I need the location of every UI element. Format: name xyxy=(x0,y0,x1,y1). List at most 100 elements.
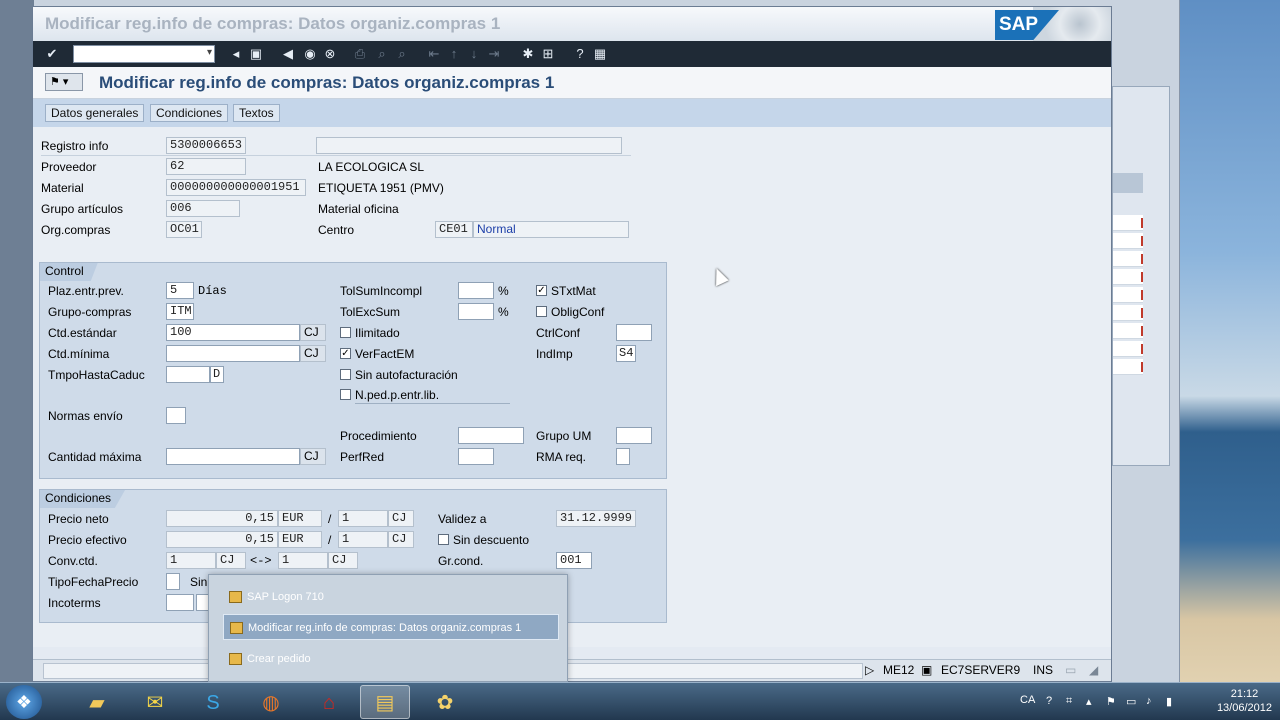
chevron-left-icon[interactable]: ◂ xyxy=(227,45,245,63)
ctrlconf-field[interactable] xyxy=(616,324,652,341)
sap-taskbar-icon[interactable]: ▤ xyxy=(360,685,410,719)
ctd-estandar-field[interactable]: 100 xyxy=(166,324,300,341)
verfactem-checkbox[interactable]: ✓ xyxy=(340,348,351,359)
tab-condiciones[interactable]: Condiciones xyxy=(150,104,229,122)
display-icon[interactable]: ▭ xyxy=(1126,695,1139,708)
chevron-down-icon[interactable]: ▾ xyxy=(207,47,212,58)
divider xyxy=(355,403,510,404)
conv-right-unit[interactable]: CJ xyxy=(328,552,358,569)
validez-field[interactable]: 31.12.9999 xyxy=(556,510,636,527)
sin-descuento-checkbox[interactable] xyxy=(438,534,449,545)
tolsumincompl-field[interactable] xyxy=(458,282,494,299)
window-titlebar[interactable]: Modificar reg.info de compras: Datos org… xyxy=(33,7,1111,41)
resize-grip-icon[interactable]: ◢ xyxy=(1089,663,1098,677)
tmpo-hasta-caduc-field[interactable] xyxy=(166,366,210,383)
control-group: Control Plaz.entr.prev. 5 Días Grupo-com… xyxy=(39,262,667,479)
explorer-folder-icon[interactable]: ▰ xyxy=(72,685,122,719)
nped-checkbox[interactable] xyxy=(340,389,351,400)
precio-efectivo-currency[interactable]: EUR xyxy=(278,531,322,548)
incoterms-field[interactable] xyxy=(166,594,194,611)
conv-left-field[interactable]: 1 xyxy=(166,552,216,569)
tolsumincompl-label: TolSumIncompl xyxy=(340,284,423,298)
status-triangle-icon[interactable]: ▷ xyxy=(865,663,874,677)
save-icon[interactable]: ▣ xyxy=(247,45,265,63)
skype-icon[interactable]: S xyxy=(188,685,238,719)
first-page-icon[interactable]: ⇤ xyxy=(425,45,443,63)
status-session-icon[interactable]: ▣ xyxy=(921,663,932,677)
exit-icon[interactable]: ◉ xyxy=(301,45,319,63)
obligconf-checkbox[interactable] xyxy=(536,306,547,317)
signal-icon[interactable]: ▮ xyxy=(1166,695,1179,708)
precio-neto-currency[interactable]: EUR xyxy=(278,510,322,527)
tipofechaprecio-field[interactable] xyxy=(166,573,180,590)
find-next-icon[interactable]: ⌕ xyxy=(393,45,411,63)
volume-icon[interactable]: ♪ xyxy=(1146,695,1159,708)
indimp-field[interactable]: S4 xyxy=(616,345,636,362)
network-icon[interactable]: ⌗ xyxy=(1066,695,1079,708)
conv-arrow: <-> xyxy=(250,554,272,568)
popup-item-crear-pedido[interactable]: Crear pedido xyxy=(223,646,559,672)
conv-left-unit[interactable]: CJ xyxy=(216,552,246,569)
stxtmat-checkbox[interactable]: ✓ xyxy=(536,285,547,296)
help-icon[interactable]: ? xyxy=(571,45,589,63)
cantidad-maxima-field[interactable] xyxy=(166,448,300,465)
perfred-field[interactable] xyxy=(458,448,494,465)
grupo-um-field[interactable] xyxy=(616,427,652,444)
mail-bird-icon[interactable]: ✉ xyxy=(130,685,180,719)
background-table-panel xyxy=(1112,86,1170,466)
acrobat-icon[interactable]: ⌂ xyxy=(304,685,354,719)
tolexcsum-field[interactable] xyxy=(458,303,494,320)
material-field[interactable]: 000000000000001951 xyxy=(166,179,306,196)
next-page-icon[interactable]: ↓ xyxy=(465,45,483,63)
help-icon[interactable]: ? xyxy=(1046,695,1059,708)
ilimitado-checkbox[interactable] xyxy=(340,327,351,338)
print-icon[interactable]: ⎙ xyxy=(351,45,369,63)
last-page-icon[interactable]: ⇥ xyxy=(485,45,503,63)
gr-cond-field[interactable]: 001 xyxy=(556,552,592,569)
layout-menu-icon[interactable]: ▦ xyxy=(591,45,609,63)
start-button-windows-icon[interactable]: ❖ xyxy=(6,685,42,719)
language-indicator[interactable]: CA xyxy=(1020,694,1035,706)
precio-efectivo-per[interactable]: 1 xyxy=(338,531,388,548)
ctd-minima-field[interactable] xyxy=(166,345,300,362)
cancel-icon[interactable]: ⊗ xyxy=(321,45,339,63)
previous-page-icon[interactable]: ↑ xyxy=(445,45,463,63)
precio-efectivo-field[interactable]: 0,15 xyxy=(166,531,278,548)
create-session-icon[interactable]: ✱ xyxy=(519,45,537,63)
proveedor-field[interactable]: 62 xyxy=(166,158,246,175)
registro-info-field[interactable]: 5300006653 xyxy=(166,137,246,154)
popup-item-sap-logon[interactable]: SAP Logon 710 xyxy=(223,584,559,610)
precio-efectivo-unit[interactable]: CJ xyxy=(388,531,414,548)
back-icon[interactable]: ◀ xyxy=(279,45,297,63)
tmpo-unit-field[interactable]: D xyxy=(210,366,224,383)
popup-item-modificar[interactable]: Modificar reg.info de compras: Datos org… xyxy=(223,614,559,640)
menu-dropdown-button[interactable]: ⚑ ▾ xyxy=(45,73,83,91)
normas-envio-field[interactable] xyxy=(166,407,186,424)
conv-right-field[interactable]: 1 xyxy=(278,552,328,569)
procedimiento-field[interactable] xyxy=(458,427,524,444)
tab-datos-generales[interactable]: Datos generales xyxy=(45,104,145,122)
flower-app-icon[interactable]: ✿ xyxy=(420,685,470,719)
sin-autofacturacion-checkbox[interactable] xyxy=(340,369,351,380)
centro-field[interactable]: CE01 xyxy=(435,221,473,238)
tolexc-unit: % xyxy=(498,305,509,319)
material-desc: ETIQUETA 1951 (PMV) xyxy=(318,181,444,195)
clock[interactable]: 21:12 13/06/2012 xyxy=(1217,687,1272,715)
rma-req-field[interactable] xyxy=(616,448,630,465)
grupo-compras-field[interactable]: ITM xyxy=(166,303,194,320)
org-compras-field[interactable]: OC01 xyxy=(166,221,202,238)
enter-checkmark-icon[interactable]: ✔ xyxy=(43,45,61,63)
shortcut-icon[interactable]: ⊞ xyxy=(539,45,557,63)
popup-item-label: Crear pedido xyxy=(247,653,311,665)
flag-icon[interactable]: ⚑ xyxy=(1106,695,1119,708)
command-field[interactable]: ▾ xyxy=(73,45,215,63)
tab-textos[interactable]: Textos xyxy=(233,104,280,122)
firefox-icon[interactable]: ◍ xyxy=(246,685,296,719)
plaz-entr-prev-field[interactable]: 5 xyxy=(166,282,194,299)
grupo-articulos-field[interactable]: 006 xyxy=(166,200,240,217)
chevron-up-icon[interactable]: ▴ xyxy=(1086,695,1099,708)
precio-neto-per[interactable]: 1 xyxy=(338,510,388,527)
find-icon[interactable]: ⌕ xyxy=(373,45,391,63)
precio-neto-unit[interactable]: CJ xyxy=(388,510,414,527)
precio-neto-field[interactable]: 0,15 xyxy=(166,510,278,527)
